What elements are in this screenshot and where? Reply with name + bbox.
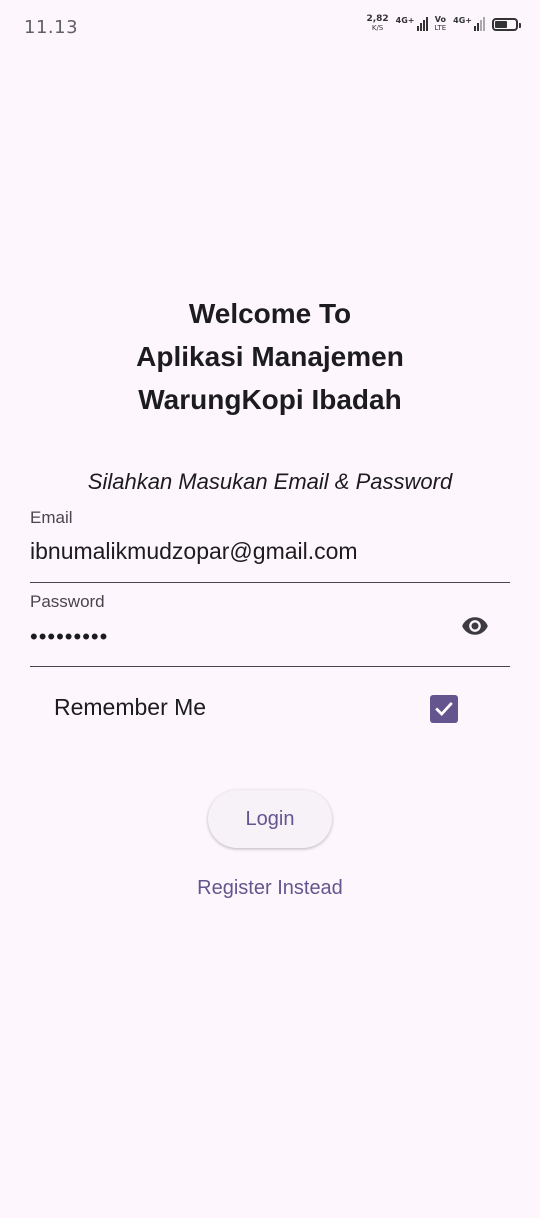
signal-icon-secondary: 4G+ (453, 17, 485, 31)
remember-me-checkbox[interactable] (430, 695, 458, 723)
page-subtitle: Silahkan Masukan Email & Password (87, 469, 453, 494)
register-link[interactable]: Register Instead (0, 877, 540, 900)
title-line-3: WarungKopi Ibadah (138, 384, 402, 415)
battery-icon (492, 17, 521, 31)
page-title: Welcome To Aplikasi Manajemen WarungKopi… (0, 292, 540, 421)
signal-label-secondary: 4G+ (453, 16, 472, 25)
volte-top: Vo (434, 15, 446, 24)
password-input[interactable]: ••••••••• (30, 624, 440, 650)
remember-me-row[interactable]: Remember Me (54, 690, 458, 730)
check-icon (435, 702, 453, 717)
volte-icon: Vo LTE (435, 15, 447, 33)
email-label: Email (30, 508, 73, 527)
login-button[interactable]: Login (208, 790, 332, 848)
title-line-1: Welcome To (188, 298, 352, 329)
status-bar: 11.13 2,82 K/S 4G+ Vo LTE 4G+ (0, 0, 540, 56)
network-speed-value: 2,82 (366, 14, 389, 24)
password-field[interactable]: Password ••••••••• (30, 592, 510, 667)
email-input[interactable]: ibnumalikmudzopar@gmail.com (30, 538, 440, 565)
battery-level (495, 20, 507, 28)
signal-icon: 4G+ (396, 17, 428, 31)
network-speed-unit: K/S (371, 24, 384, 32)
status-time: 11.13 (24, 17, 79, 38)
email-field[interactable]: Email ibnumalikmudzopar@gmail.com (30, 508, 510, 583)
remember-me-label: Remember Me (54, 694, 207, 720)
eye-icon[interactable] (458, 612, 492, 640)
title-line-2: Aplikasi Manajemen (136, 341, 404, 372)
signal-label: 4G+ (395, 16, 415, 25)
network-speed: 2,82 K/S (366, 15, 388, 33)
volte-bottom: LTE (434, 24, 447, 32)
status-icons: 2,82 K/S 4G+ Vo LTE 4G+ (366, 15, 521, 33)
password-label: Password (30, 592, 105, 611)
